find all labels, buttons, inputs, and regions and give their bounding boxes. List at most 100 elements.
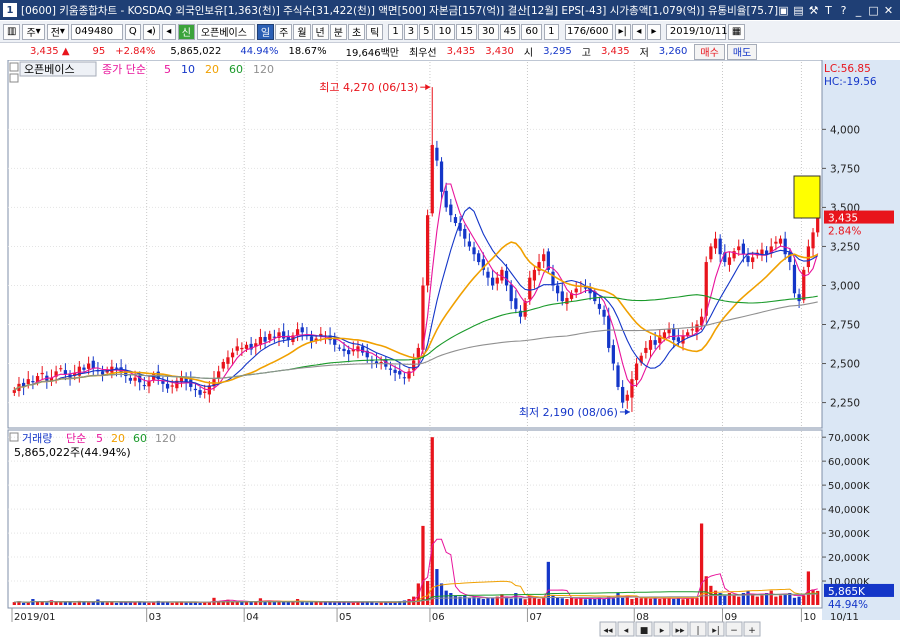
volume-bar bbox=[569, 597, 574, 605]
period-tab-3[interactable]: 년 bbox=[311, 23, 329, 40]
prev-icon[interactable]: ◂ bbox=[161, 23, 176, 40]
volume-bar bbox=[21, 602, 26, 605]
period-tab-5[interactable]: 초 bbox=[347, 23, 366, 40]
interval-button-10[interactable]: 10 bbox=[434, 23, 456, 40]
candle-body bbox=[398, 371, 402, 375]
lock-icon[interactable]: ▣ bbox=[778, 4, 789, 17]
interval-button-45[interactable]: 45 bbox=[499, 23, 521, 40]
volume-bar bbox=[774, 596, 778, 605]
volume-bar bbox=[165, 602, 170, 605]
volume-bar bbox=[82, 602, 86, 605]
volume-bar bbox=[588, 598, 592, 605]
interval-button-1[interactable]: 1 bbox=[388, 23, 403, 40]
volume-bar bbox=[672, 598, 676, 605]
volume-bar bbox=[806, 571, 811, 605]
turnover-rate: 18.67% bbox=[288, 46, 327, 57]
volume-bar bbox=[244, 602, 249, 605]
ma-legend-label: 종가 단순 bbox=[102, 63, 146, 76]
candle-body bbox=[556, 285, 560, 294]
stock-chart[interactable]: 2019/01 03 04 05 06 07 08 09 10 10/11 2,250 2,500 2,… bbox=[0, 60, 900, 642]
volume-bar bbox=[556, 597, 560, 605]
volume-ma-label: 단순 bbox=[66, 432, 86, 445]
scroll-right-icon[interactable]: ▸ bbox=[646, 23, 661, 40]
interval-button-5[interactable]: 5 bbox=[419, 23, 434, 40]
volume-ma-legend-20: 20 bbox=[111, 432, 125, 445]
candle-body bbox=[221, 361, 225, 369]
candle-body bbox=[203, 391, 207, 393]
volume-bar bbox=[170, 602, 174, 605]
minimize-icon[interactable]: _ bbox=[853, 4, 864, 17]
volume-bar bbox=[110, 602, 114, 605]
volume-bar bbox=[412, 596, 416, 605]
window-controls: ▣ ▤ ⚒ T? _ □ ✕ bbox=[778, 4, 900, 17]
open-price: 3,295 bbox=[543, 46, 572, 57]
volume-bar bbox=[565, 599, 569, 605]
candle-body bbox=[114, 367, 119, 369]
grid-icon[interactable]: ▤ bbox=[793, 4, 804, 17]
goto-end-icon[interactable]: ▸| bbox=[614, 23, 631, 40]
period-tab-0[interactable]: 일 bbox=[256, 23, 275, 40]
type-select[interactable]: 주 ▾ bbox=[22, 23, 45, 40]
current-price: 3,435 ▲ bbox=[0, 46, 75, 57]
count-field[interactable]: 176/600 bbox=[564, 23, 613, 40]
volume-bar bbox=[523, 599, 527, 605]
period-tab-4[interactable]: 분 bbox=[329, 23, 347, 40]
period-tab-2[interactable]: 월 bbox=[293, 23, 311, 40]
T[interactable]: T bbox=[823, 4, 834, 17]
candle-body bbox=[402, 377, 407, 379]
volume-ma-legend-60: 60 bbox=[133, 432, 147, 445]
close-icon[interactable]: ✕ bbox=[883, 4, 894, 17]
menu-button[interactable]: ▥ bbox=[3, 23, 21, 40]
volume-bar bbox=[579, 598, 583, 605]
volume-tick-label: 40,000K bbox=[828, 505, 870, 516]
candle-body bbox=[379, 361, 383, 363]
jeon-label: 전 bbox=[50, 28, 60, 39]
jeon-select[interactable]: 전 ▾ bbox=[46, 23, 69, 40]
search-icon[interactable]: Q bbox=[124, 23, 141, 40]
volume-bar bbox=[611, 598, 615, 605]
tools-icon[interactable]: ⚒ bbox=[808, 4, 819, 17]
low-annotation: 최저 2,190 (08/06) bbox=[519, 406, 618, 419]
volume-bar bbox=[198, 602, 202, 605]
maximize-icon[interactable]: □ bbox=[868, 4, 879, 17]
price-value: 3,435 bbox=[30, 46, 59, 57]
interval-button-3[interactable]: 3 bbox=[403, 23, 419, 40]
buy-button[interactable]: 매수 bbox=[694, 43, 725, 60]
candle-body bbox=[133, 377, 137, 381]
candle-body bbox=[709, 246, 713, 260]
sound-icon[interactable]: ◂) bbox=[142, 23, 160, 40]
volume-bar bbox=[379, 602, 383, 605]
scroll-left-icon[interactable]: ◂ bbox=[631, 23, 646, 40]
volume-bar bbox=[374, 602, 379, 605]
divider-icon: | bbox=[696, 626, 699, 636]
low-label: 저 bbox=[639, 48, 649, 59]
candle-body bbox=[751, 257, 755, 263]
stock-code-input[interactable]: 049480 bbox=[70, 23, 123, 40]
low-price: 3,260 bbox=[658, 46, 688, 57]
chevron-down-icon: ▾ bbox=[59, 26, 65, 37]
calendar-icon[interactable]: ▦ bbox=[727, 23, 746, 40]
sell-button[interactable]: 매도 bbox=[726, 43, 758, 60]
period-tab-6[interactable]: 틱 bbox=[366, 23, 384, 40]
candle-body bbox=[477, 253, 481, 263]
interval-button-15[interactable]: 15 bbox=[456, 23, 477, 40]
candle-body bbox=[514, 298, 518, 309]
extra-button[interactable]: 1 bbox=[544, 23, 559, 40]
volume-bar bbox=[114, 602, 119, 605]
chevron-down-icon: ▾ bbox=[35, 26, 41, 37]
price-tick-label: 3,250 bbox=[830, 241, 860, 253]
volume-bar bbox=[309, 602, 314, 605]
period-tab-1[interactable]: 주 bbox=[275, 23, 293, 40]
interval-button-60[interactable]: 60 bbox=[521, 23, 543, 40]
candle-body bbox=[490, 277, 495, 286]
help-icon[interactable]: ? bbox=[838, 4, 849, 17]
candle-body bbox=[495, 277, 499, 284]
interval-button-30[interactable]: 30 bbox=[477, 23, 499, 40]
volume-ma-legend-5: 5 bbox=[96, 432, 103, 445]
x-tick-label: 05 bbox=[339, 612, 352, 623]
x-tick-label-last: 10/11 bbox=[830, 612, 859, 623]
x-tick-label: 07 bbox=[529, 612, 542, 623]
date-field[interactable]: 2019/10/11 bbox=[665, 23, 728, 40]
stock-name-field[interactable]: 오픈베이스 bbox=[196, 23, 255, 40]
candle-body bbox=[444, 190, 448, 208]
